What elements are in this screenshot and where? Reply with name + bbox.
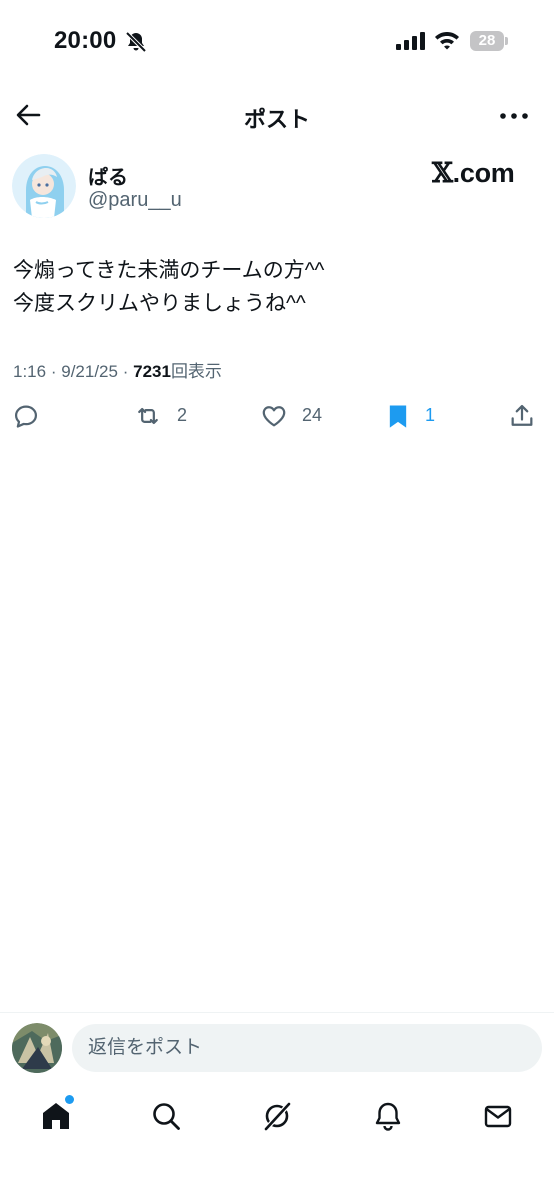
meta-separator: · [50, 362, 57, 381]
x-com-watermark: 𝕏.com [432, 158, 515, 189]
post-text-line: 今煽ってきた未満のチームの方^^ [13, 259, 325, 282]
post-time[interactable]: 1:16 [13, 362, 46, 381]
current-user-avatar[interactable] [12, 1023, 62, 1073]
page-title: ポスト [243, 107, 310, 132]
grok-icon [263, 1101, 292, 1132]
bookmark-count: 1 [425, 405, 436, 425]
post-text-line: 今度スクリムやりましょうね^^ [13, 292, 306, 315]
search-icon [153, 1103, 180, 1130]
x-com-domain: .com [452, 158, 515, 188]
like-button[interactable]: 24 [260, 398, 340, 434]
author-handle[interactable]: @paru__u [88, 189, 182, 212]
tab-grok[interactable] [252, 1092, 302, 1142]
status-bar: 20:00 28 [0, 0, 554, 80]
top-header: ポスト [0, 90, 554, 140]
wifi-icon [435, 32, 459, 50]
reply-button[interactable] [12, 398, 52, 434]
meta-separator: · [122, 362, 129, 381]
retweet-count: 2 [177, 405, 188, 425]
bottom-tab-bar [0, 1092, 554, 1142]
views-count: 7231 [133, 362, 171, 381]
heart-icon [262, 406, 286, 427]
notifications-icon [375, 1102, 401, 1131]
home-icon [43, 1103, 69, 1129]
status-time: 20:00 [54, 27, 117, 54]
post-action-bar: 2 24 1 [0, 398, 554, 438]
messages-icon [484, 1105, 512, 1128]
bell-off-icon [125, 31, 147, 53]
retweet-icon [138, 407, 158, 425]
tab-search[interactable] [141, 1092, 191, 1142]
share-button[interactable] [508, 398, 540, 434]
post-meta: 1:16 · 9/21/25 · 7231回表示 [13, 357, 222, 382]
share-icon [511, 404, 533, 426]
views-label: 回表示 [170, 362, 222, 381]
post-text: 今煽ってきた未満のチームの方^^ 今度スクリムやりましょうね^^ [13, 254, 543, 320]
tab-notifications[interactable] [363, 1092, 413, 1142]
tab-home[interactable] [31, 1092, 81, 1142]
battery-cap [505, 37, 508, 45]
battery-icon: 28 [470, 31, 504, 51]
tab-messages[interactable] [473, 1092, 523, 1142]
author-avatar[interactable] [12, 154, 76, 218]
author-display-name[interactable]: ぱる [88, 161, 128, 190]
post-detail-screen: 20:00 28 ポスト ぱる @paru__u 𝕏.com 今煽ってきた未満の… [0, 0, 554, 1200]
bookmark-icon [389, 405, 407, 428]
bookmark-button[interactable]: 1 [384, 398, 444, 434]
reply-divider [0, 1012, 554, 1013]
x-logo-letter: 𝕏 [432, 158, 453, 189]
cellular-signal-icon [396, 32, 425, 50]
like-count: 24 [302, 405, 323, 425]
retweet-button[interactable]: 2 [134, 398, 204, 434]
post-date[interactable]: 9/21/25 [61, 362, 118, 381]
more-icon[interactable] [498, 104, 530, 128]
reply-icon [14, 405, 38, 428]
reply-input[interactable] [72, 1024, 542, 1072]
home-notification-dot [65, 1095, 74, 1104]
